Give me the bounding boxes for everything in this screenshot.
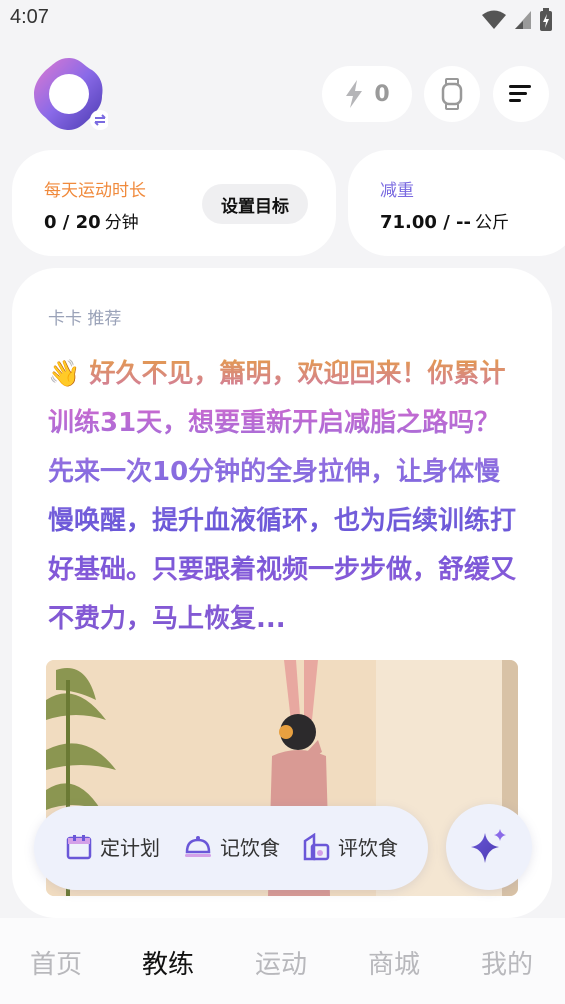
food-rating-icon [303,832,330,860]
wifi-icon [482,10,506,29]
menu-icon [509,85,531,102]
set-goal-button[interactable]: 设置目标 [202,184,308,224]
exercise-duration-number: 0 / 20 [44,212,101,233]
calendar-icon [66,834,92,859]
exercise-duration-label: 每天运动时长 [44,181,146,201]
status-bar: 4:07 [0,0,565,40]
exercise-duration-unit: 分钟 [104,213,139,233]
quick-action-bar: 定计划 记饮食 评饮食 [34,806,428,890]
nav-sports[interactable]: 运动 [255,944,307,981]
battery-icon [540,8,552,31]
watch-icon [441,78,463,110]
log-diet-label: 记饮食 [220,836,280,860]
sparkle-icon [471,829,506,863]
make-plan-label: 定计划 [100,836,160,860]
status-icons [481,8,553,32]
rate-diet-action[interactable]: 评饮食 [302,832,398,861]
recommendation-label: 卡卡 推荐 [48,309,122,329]
weight-loss-unit: 公斤 [474,213,509,233]
exercise-duration-card[interactable]: 每天运动时长 0 / 20 分钟 设置目标 [12,150,336,256]
lightning-icon [346,80,363,108]
exercise-duration-value: 0 / 20 分钟 [44,208,139,233]
weight-loss-card[interactable]: 减重 71.00 / -- 公斤 [348,150,565,256]
logo-icon [34,58,110,130]
weight-loss-label: 减重 [380,181,414,201]
ai-assistant-button[interactable] [446,804,532,890]
recommendation-text: 好久不见，簫明，欢迎回来！你累计训练31天，想要重新开启减脂之路吗？先来一次10… [48,359,517,634]
nav-home[interactable]: 首页 [30,944,82,981]
energy-count: 0 [374,81,390,107]
weight-loss-number: 71.00 / -- [380,212,471,233]
wave-emoji: 👋 [48,359,81,389]
bottom-nav: 首页 教练 运动 商城 我的 [0,918,565,1004]
recommendation-message[interactable]: 👋 好久不见，簫明，欢迎回来！你累计训练31天，想要重新开启减脂之路吗？先来一次… [48,350,518,644]
watch-button[interactable] [424,66,480,122]
nav-shop[interactable]: 商城 [368,944,420,981]
nav-me[interactable]: 我的 [481,944,533,981]
app-logo[interactable] [30,56,110,134]
rate-diet-label: 评饮食 [338,836,398,860]
nav-coach[interactable]: 教练 [142,944,194,981]
status-time: 4:07 [10,6,49,28]
dish-cover-icon [185,835,211,857]
make-plan-action[interactable]: 定计划 [66,832,160,861]
log-diet-action[interactable]: 记饮食 [184,832,280,861]
menu-button[interactable] [493,66,549,122]
signal-icon [515,11,531,29]
weight-loss-value: 71.00 / -- 公斤 [380,208,509,233]
energy-pill[interactable]: 0 [322,66,412,122]
